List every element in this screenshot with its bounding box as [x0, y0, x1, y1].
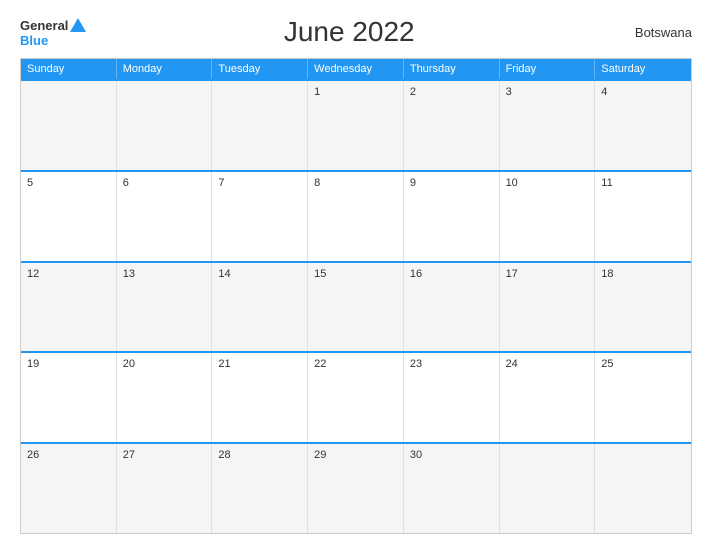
logo: General Blue	[20, 18, 86, 47]
day-number: 16	[410, 268, 493, 280]
day-number: 28	[218, 449, 301, 461]
day-cell: 1	[308, 81, 404, 170]
day-number: 21	[218, 358, 301, 370]
day-cell: 30	[404, 444, 500, 533]
day-number: 11	[601, 177, 685, 189]
day-number: 26	[27, 449, 110, 461]
day-cell	[595, 444, 691, 533]
day-number: 22	[314, 358, 397, 370]
logo-wrapper: General Blue	[20, 18, 86, 47]
day-cell	[212, 81, 308, 170]
weeks: 1234567891011121314151617181920212223242…	[21, 79, 691, 533]
day-cell: 2	[404, 81, 500, 170]
day-cell: 10	[500, 172, 596, 261]
header-monday: Monday	[117, 59, 213, 79]
day-number: 27	[123, 449, 206, 461]
day-number: 17	[506, 268, 589, 280]
header-tuesday: Tuesday	[212, 59, 308, 79]
logo-triangle-icon	[70, 18, 86, 32]
header-sunday: Sunday	[21, 59, 117, 79]
day-cell: 3	[500, 81, 596, 170]
day-cell: 9	[404, 172, 500, 261]
day-cell: 16	[404, 263, 500, 352]
day-number: 6	[123, 177, 206, 189]
day-number: 10	[506, 177, 589, 189]
day-cell: 12	[21, 263, 117, 352]
day-number: 8	[314, 177, 397, 189]
day-number: 12	[27, 268, 110, 280]
day-cell	[117, 81, 213, 170]
day-cell: 18	[595, 263, 691, 352]
header-friday: Friday	[500, 59, 596, 79]
day-number: 18	[601, 268, 685, 280]
day-cell: 11	[595, 172, 691, 261]
country-label: Botswana	[612, 25, 692, 40]
day-cell: 4	[595, 81, 691, 170]
day-number: 14	[218, 268, 301, 280]
week-row-5: 26 27 28 29 30	[21, 442, 691, 533]
day-number: 23	[410, 358, 493, 370]
day-number: 2	[410, 86, 493, 98]
week-row-2: 5 67 8 9 10 11	[21, 170, 691, 261]
week-row-3: 12 13 14 15 16 17 18	[21, 261, 691, 352]
day-cell: 6	[117, 172, 213, 261]
day-cell: 13	[117, 263, 213, 352]
day-cell: 5	[21, 172, 117, 261]
day-number: 13	[123, 268, 206, 280]
day-number: 4	[601, 86, 685, 98]
day-number: 5	[27, 177, 110, 189]
day-number: 24	[506, 358, 589, 370]
day-cell: 29	[308, 444, 404, 533]
day-number: 19	[27, 358, 110, 370]
header: General Blue June 2022 Botswana	[20, 16, 692, 48]
day-number: 29	[314, 449, 397, 461]
day-cell: 20	[117, 353, 213, 442]
calendar-title: June 2022	[86, 16, 612, 48]
day-cell: 8	[308, 172, 404, 261]
day-cell: 25	[595, 353, 691, 442]
day-number: 3	[506, 86, 589, 98]
header-saturday: Saturday	[595, 59, 691, 79]
day-number: 7	[218, 177, 301, 189]
day-number: 1	[314, 86, 397, 98]
day-number: 30	[410, 449, 493, 461]
day-number: 9	[410, 177, 493, 189]
day-cell: 23	[404, 353, 500, 442]
day-cell: 22	[308, 353, 404, 442]
day-cell: 27	[117, 444, 213, 533]
page: General Blue June 2022 Botswana Sunday M…	[0, 0, 712, 550]
day-cell: 15	[308, 263, 404, 352]
day-number: 25	[601, 358, 685, 370]
day-number: 15	[314, 268, 397, 280]
day-cell: 28	[212, 444, 308, 533]
day-number: 20	[123, 358, 206, 370]
week-row-1: 1 2 34	[21, 79, 691, 170]
day-cell: 26	[21, 444, 117, 533]
header-wednesday: Wednesday	[308, 59, 404, 79]
logo-row1: General	[20, 18, 86, 34]
header-thursday: Thursday	[404, 59, 500, 79]
calendar: Sunday Monday Tuesday Wednesday Thursday…	[20, 58, 692, 534]
days-header: Sunday Monday Tuesday Wednesday Thursday…	[21, 59, 691, 79]
week-row-4: 19 20 21 22 23 24 25	[21, 351, 691, 442]
day-cell: 19	[21, 353, 117, 442]
day-cell: 14	[212, 263, 308, 352]
day-cell: 24	[500, 353, 596, 442]
day-cell: 7	[212, 172, 308, 261]
logo-blue-text: Blue	[20, 34, 48, 47]
day-cell	[21, 81, 117, 170]
day-cell: 17	[500, 263, 596, 352]
day-cell	[500, 444, 596, 533]
logo-general-text: General	[20, 19, 68, 32]
day-cell: 21	[212, 353, 308, 442]
